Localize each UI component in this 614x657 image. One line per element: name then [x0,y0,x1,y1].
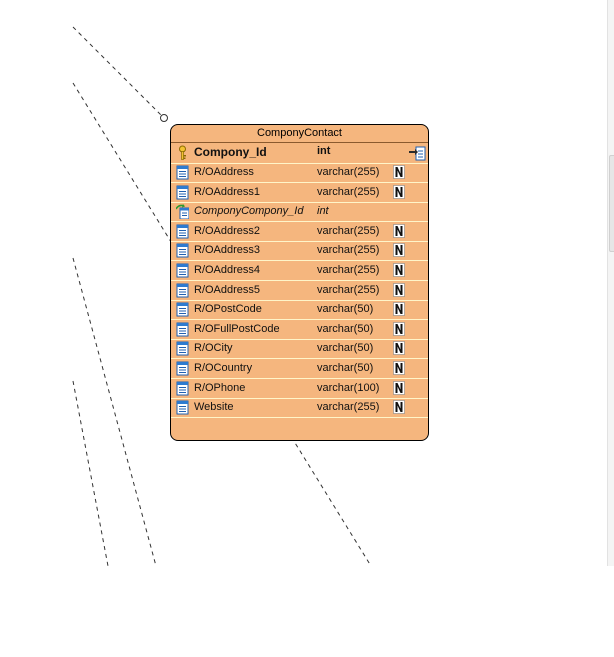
column-icon [176,263,189,278]
column-name: Website [194,401,234,414]
entity-action-icon[interactable] [409,145,427,162]
column-icon [176,381,189,396]
column-type: varchar(50) [317,342,374,355]
column-row[interactable]: R/OPostCode varchar(50) [171,300,428,321]
column-type: varchar(50) [317,303,374,316]
nullable-icon [393,321,405,336]
empty-panel [0,566,614,657]
column-row[interactable]: R/OAddress2 varchar(255) [171,222,428,242]
column-row[interactable]: R/OCountry varchar(50) [171,359,428,379]
column-type: varchar(50) [317,362,374,374]
primary-key-row[interactable]: Compony_Id int [171,142,428,164]
primary-key-name: Compony_Id [194,145,267,159]
column-type: varchar(50) [317,322,374,335]
column-type: varchar(255) [317,185,380,198]
column-name: R/OPostCode [194,303,262,316]
column-icon [176,224,189,239]
column-icon [176,283,189,298]
column-type: varchar(255) [317,264,380,276]
column-icon [176,185,189,200]
column-row[interactable]: R/OFullPostCode varchar(50) [171,320,428,340]
column-name: R/OAddress [194,166,254,178]
entity-title[interactable]: ComponyContact [171,125,428,143]
key-icon [179,145,186,160]
column-name: R/OAddress3 [194,244,261,257]
nullable-icon [393,282,405,297]
column-name: R/OAddress4 [194,264,261,276]
nullable-icon [393,400,405,414]
nullable-icon [393,165,405,179]
foreign-key-icon [176,204,189,220]
column-type: varchar(255) [317,244,380,257]
column-type: varchar(100) [317,381,380,394]
diagram-canvas[interactable]: ComponyContact Compony_Id int R/OAddress… [0,0,607,566]
nullable-icon [393,380,405,395]
relationship-connector[interactable] [72,380,109,566]
nullable-icon [393,341,405,356]
column-name: R/OCountry [194,362,253,374]
scrollbar-thumb[interactable] [609,155,614,252]
nullable-icon [393,223,405,238]
column-name: R/OCity [194,342,233,355]
column-type: varchar(255) [317,166,380,178]
column-icon [176,302,189,317]
column-row[interactable]: R/OAddress1 varchar(255) [171,183,428,203]
column-name: R/OFullPostCode [194,322,280,335]
column-row[interactable]: Website varchar(255) [171,398,428,419]
column-type: varchar(255) [317,401,380,414]
connector-endpoint[interactable] [160,114,168,122]
column-row[interactable]: R/OCity varchar(50) [171,339,428,360]
column-name: R/OAddress2 [194,224,261,237]
nullable-icon [393,243,405,258]
nullable-icon [393,361,405,375]
column-type: varchar(255) [317,224,380,237]
column-name: ComponyCompony_Id [194,205,304,218]
column-name: R/OPhone [194,381,246,394]
column-row[interactable]: R/OPhone varchar(100) [171,379,428,399]
column-row[interactable]: R/OAddress5 varchar(255) [171,281,428,301]
column-type: varchar(255) [317,283,380,296]
column-icon [176,165,189,180]
column-name: R/OAddress5 [194,283,261,296]
primary-key-type: int [317,145,331,157]
column-type: int [317,205,329,218]
column-icon [176,341,189,356]
relationship-connector[interactable] [72,257,157,566]
nullable-icon [393,302,405,316]
vertical-scrollbar[interactable] [607,0,614,566]
nullable-icon [393,184,405,199]
column-name: R/OAddress1 [194,185,261,198]
column-icon [176,322,189,337]
column-icon [176,361,189,376]
column-row[interactable]: R/OAddress varchar(255) [171,163,428,183]
column-row[interactable]: R/OAddress4 varchar(255) [171,261,428,281]
nullable-icon [393,263,405,277]
column-icon [176,400,189,415]
column-row[interactable]: R/OAddress3 varchar(255) [171,241,428,262]
foreign-key-row[interactable]: ComponyCompony_Id int [171,202,428,223]
column-icon [176,243,189,258]
entity-box[interactable]: ComponyContact Compony_Id int R/OAddress… [170,124,429,441]
